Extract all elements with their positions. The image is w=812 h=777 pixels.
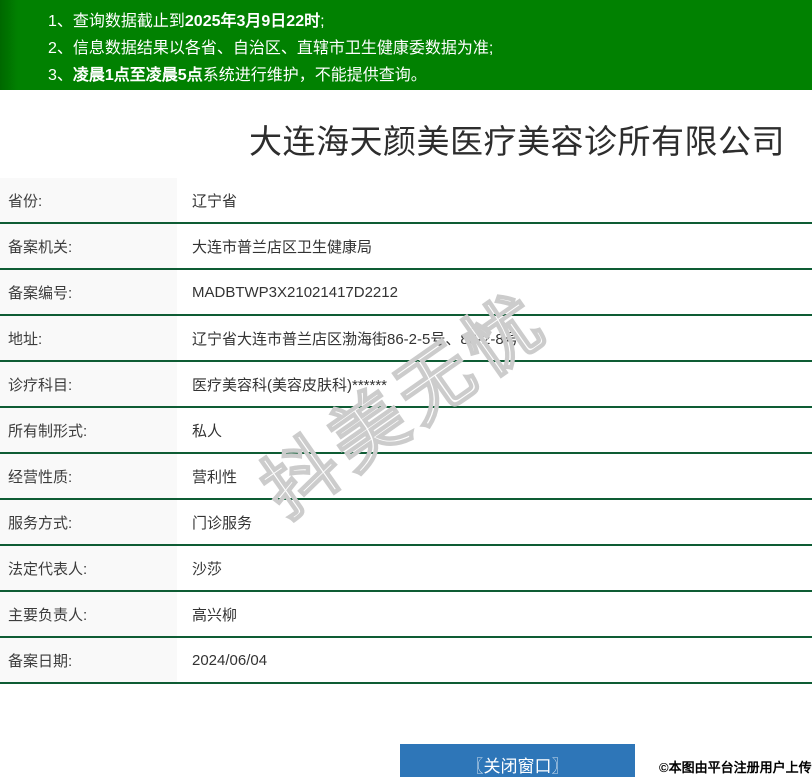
- table-row: 诊疗科目: 医疗美容科(美容皮肤科)******: [0, 362, 812, 408]
- row-value: 沙莎: [192, 560, 223, 578]
- table-row: 经营性质: 营利性: [0, 454, 812, 500]
- notice-bar: 1、查询数据截止到2025年3月9日22时; 2、信息数据结果以各省、自治区、直…: [0, 0, 812, 90]
- row-label: 所有制形式:: [0, 408, 177, 452]
- notice-line-1: 1、查询数据截止到2025年3月9日22时;: [48, 13, 325, 30]
- table-row: 备案机关: 大连市普兰店区卫生健康局: [0, 224, 812, 270]
- notice-line-2: 2、信息数据结果以各省、自治区、直辖市卫生健康委数据为准;: [48, 40, 494, 57]
- row-value: 辽宁省: [192, 192, 238, 210]
- row-label: 备案日期:: [0, 638, 177, 682]
- row-label: 备案机关:: [0, 224, 177, 268]
- table-row: 所有制形式: 私人: [0, 408, 812, 454]
- table-row: 主要负责人: 高兴柳: [0, 592, 812, 638]
- page-title: 大连海天颜美医疗美容诊所有限公司: [249, 123, 785, 160]
- row-label: 省份:: [0, 178, 177, 222]
- row-label: 备案编号:: [0, 270, 177, 314]
- table-row: 服务方式: 门诊服务: [0, 500, 812, 546]
- copyright-note: ©本图由平台注册用户上传: [659, 760, 812, 775]
- table-row: 法定代表人: 沙莎: [0, 546, 812, 592]
- notice-line-3: 3、凌晨1点至凌晨5点系统进行维护，不能提供查询。: [48, 67, 427, 84]
- row-value: 营利性: [192, 468, 238, 486]
- close-window-button[interactable]: 〖关闭窗口〗: [400, 744, 635, 777]
- row-label: 经营性质:: [0, 454, 177, 498]
- row-value: 私人: [192, 422, 223, 440]
- table-row: 备案编号: MADBTWP3X21021417D2212: [0, 270, 812, 316]
- row-value: MADBTWP3X21021417D2212: [192, 283, 398, 301]
- table-row: 省份: 辽宁省: [0, 178, 812, 224]
- row-label: 诊疗科目:: [0, 362, 177, 406]
- row-label: 地址:: [0, 316, 177, 360]
- row-value: 医疗美容科(美容皮肤科)******: [192, 376, 388, 394]
- row-value: 2024/06/04: [192, 651, 268, 669]
- info-table: 省份: 辽宁省 备案机关: 大连市普兰店区卫生健康局 备案编号: MADBTWP…: [0, 178, 812, 684]
- row-label: 服务方式:: [0, 500, 177, 544]
- row-label: 法定代表人:: [0, 546, 177, 590]
- row-value: 辽宁省大连市普兰店区渤海街86-2-5号、86-2-8号: [192, 330, 519, 348]
- table-row: 备案日期: 2024/06/04: [0, 638, 812, 684]
- table-row: 地址: 辽宁省大连市普兰店区渤海街86-2-5号、86-2-8号: [0, 316, 812, 362]
- row-value: 门诊服务: [192, 514, 253, 532]
- row-value: 高兴柳: [192, 606, 238, 624]
- row-value: 大连市普兰店区卫生健康局: [192, 238, 373, 256]
- row-label: 主要负责人:: [0, 592, 177, 636]
